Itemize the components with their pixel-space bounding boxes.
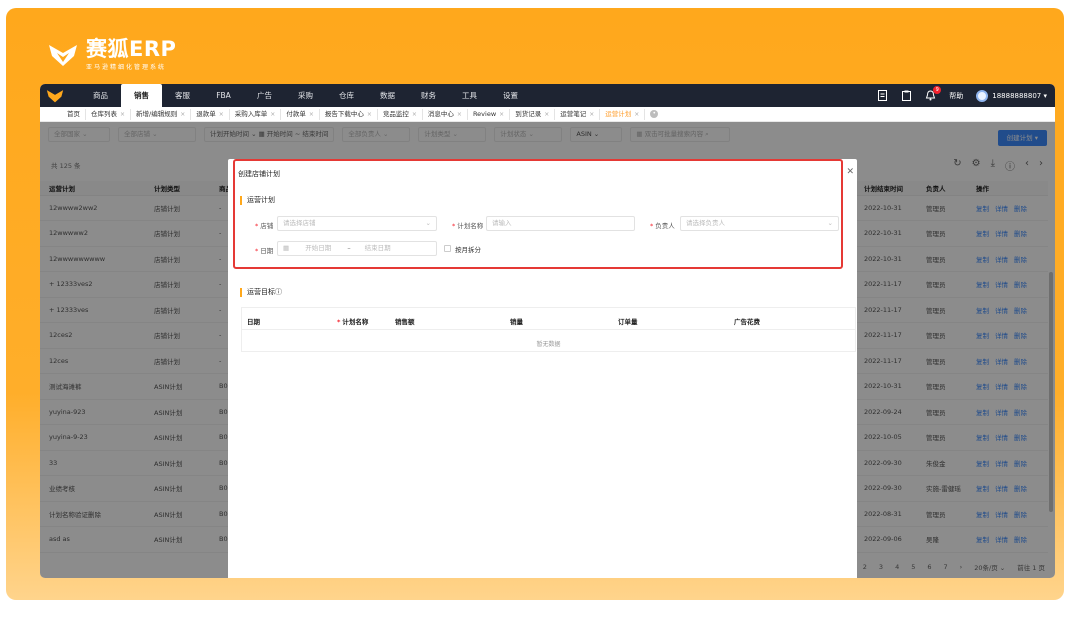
user-name: 18888888807 <box>992 91 1042 100</box>
tab-3[interactable]: 退款单 × <box>191 108 230 120</box>
plan-name-label: * 计划名称 <box>452 222 484 230</box>
owner-label: * 负责人 <box>650 222 675 230</box>
close-icon[interactable]: × <box>120 109 125 120</box>
section-operation-target: 运营目标ⓘ <box>240 288 282 297</box>
no-data-text: 暂无数据 <box>536 341 561 348</box>
close-icon[interactable]: × <box>544 109 549 120</box>
nav-item-4[interactable]: 广告 <box>244 84 285 107</box>
chevron-down-icon: ⌄ <box>425 219 431 227</box>
close-icon[interactable]: × <box>180 109 185 120</box>
tab-label: 报告下载中心 <box>324 109 364 118</box>
nav-item-1[interactable]: 销售 <box>121 84 162 107</box>
tab-8[interactable]: 消息中心 × <box>423 108 468 120</box>
nav-item-7[interactable]: 数据 <box>367 84 408 107</box>
chevron-down-icon: ⌄ <box>827 219 833 227</box>
tab-label: 运营计划 <box>605 109 632 118</box>
tab-7[interactable]: 竞品监控 × <box>378 108 423 120</box>
more-tabs-icon[interactable]: • <box>650 110 659 118</box>
tab-4[interactable]: 采购入库单 × <box>230 108 282 120</box>
tab-label: 退款单 <box>196 109 216 118</box>
brand-tagline: 亚马逊精细化管理系统 <box>86 64 167 71</box>
dialog-title: 创建店铺计划 <box>238 170 280 178</box>
tab-label: 采购入库单 <box>234 109 268 118</box>
split-by-month-label: 按月拆分 <box>455 246 481 254</box>
tab-6[interactable]: 报告下载中心 × <box>320 108 378 120</box>
close-icon[interactable]: × <box>367 109 372 120</box>
top-navigation: 商品 销售 客服 FBA 广告 采购 仓库 数据 财务 工具 设置 9 帮助 18888888807… <box>40 84 1055 107</box>
close-icon[interactable]: ✕ <box>846 167 854 177</box>
close-icon[interactable]: × <box>457 109 462 120</box>
close-icon[interactable]: × <box>219 109 224 120</box>
user-menu[interactable]: 18888888807 ▾ <box>976 89 1047 102</box>
section-operation-plan: 运营计划 <box>240 196 275 205</box>
close-icon[interactable]: × <box>589 109 594 120</box>
tab-label: 仓库列表 <box>91 109 117 118</box>
close-icon[interactable]: × <box>634 109 639 120</box>
plan-name-input[interactable]: 请输入 <box>486 216 635 231</box>
brand-logo: 赛狐ERP 亚马逊精细化管理系统 <box>48 38 176 71</box>
col-plan-name: * 计划名称 <box>337 318 369 326</box>
notification-badge: 9 <box>933 86 942 94</box>
app-window: 商品 销售 客服 FBA 广告 采购 仓库 数据 财务 工具 设置 9 帮助 18888888807… <box>40 84 1055 578</box>
tab-label: 消息中心 <box>427 109 454 118</box>
create-store-plan-dialog: 创建店铺计划 ✕ 运营计划 * 店铺 请选择店铺 ⌄ * 计划名称 请输入 * 负责人 … <box>228 159 857 578</box>
tab-5[interactable]: 付款单 × <box>281 108 320 120</box>
close-icon[interactable]: × <box>309 109 314 120</box>
close-icon[interactable]: × <box>270 109 275 120</box>
col-quantity: 销量 <box>510 318 523 326</box>
nav-item-9[interactable]: 工具 <box>449 84 490 107</box>
tab-2[interactable]: 新增/编辑规则 × <box>131 108 192 120</box>
help-link[interactable]: 帮助 <box>949 91 963 101</box>
tab-12[interactable]: 运营计划 × <box>600 108 646 120</box>
tab-label: Review <box>472 109 497 118</box>
bell-icon[interactable]: 9 <box>925 86 942 101</box>
brand-name: 赛狐ERP <box>86 37 177 61</box>
close-icon[interactable]: × <box>412 109 417 120</box>
chevron-down-icon: ▾ <box>1043 91 1047 100</box>
target-table: 日期 * 计划名称 销售额 销量 订单量 广告花费 暂无数据 <box>241 307 856 352</box>
nav-item-8[interactable]: 财务 <box>408 84 449 107</box>
col-ad-spend: 广告花费 <box>734 318 760 326</box>
tab-label: 运营笔记 <box>560 109 587 118</box>
date-label: * 日期 <box>255 247 274 255</box>
owner-select[interactable]: 请选择负责人 ⌄ <box>680 216 839 231</box>
store-select[interactable]: 请选择店铺 ⌄ <box>277 216 437 231</box>
tab-1[interactable]: 仓库列表 × <box>86 108 132 120</box>
help-circle-icon[interactable]: ⓘ <box>275 288 282 296</box>
fox-nav-icon[interactable] <box>46 89 64 103</box>
tab-label: 付款单 <box>286 109 306 118</box>
col-sales: 销售额 <box>395 318 415 326</box>
nav-item-2[interactable]: 客服 <box>162 84 203 107</box>
date-range-picker[interactable]: ▦ 开始日期 – 结束日期 <box>277 241 437 256</box>
nav-item-3[interactable]: FBA <box>203 84 244 107</box>
tab-10[interactable]: 到货记录 × <box>510 108 556 120</box>
nav-right: 9 帮助 18888888807 ▾ <box>877 84 1047 107</box>
tab-0[interactable]: 首页 <box>62 108 86 120</box>
nav-item-6[interactable]: 仓库 <box>326 84 367 107</box>
nav-item-10[interactable]: 设置 <box>490 84 531 107</box>
col-date: 日期 <box>247 318 260 326</box>
col-orders: 订单量 <box>618 318 638 326</box>
avatar <box>976 89 989 102</box>
nav-item-5[interactable]: 采购 <box>285 84 326 107</box>
tab-label: 首页 <box>67 109 80 118</box>
tab-9[interactable]: Review × <box>468 108 511 120</box>
store-label: * 店铺 <box>255 222 274 230</box>
tab-label: 到货记录 <box>515 109 542 118</box>
calendar-icon: ▦ <box>283 244 290 252</box>
document-icon[interactable] <box>877 90 888 101</box>
fox-logo-icon <box>49 44 77 66</box>
background-card: 赛狐ERP 亚马逊精细化管理系统 商品 销售 客服 FBA 广告 采购 仓库 数据 财务 工具 设置… <box>6 8 1064 600</box>
page-tabs: 首页 仓库列表 × 新增/编辑规则 × 退款单 × 采购入库单 × 付款单 × 报告下载中心 × 竞品监控… <box>40 107 1055 122</box>
tab-label: 竞品监控 <box>382 109 409 118</box>
tab-11[interactable]: 运营笔记 × <box>555 108 601 120</box>
close-icon[interactable]: × <box>499 109 504 120</box>
clipboard-icon[interactable] <box>901 90 912 101</box>
tab-label: 新增/编辑规则 <box>136 109 178 118</box>
split-by-month-checkbox[interactable] <box>444 245 451 252</box>
divider <box>242 329 855 330</box>
nav-item-0[interactable]: 商品 <box>80 84 121 107</box>
